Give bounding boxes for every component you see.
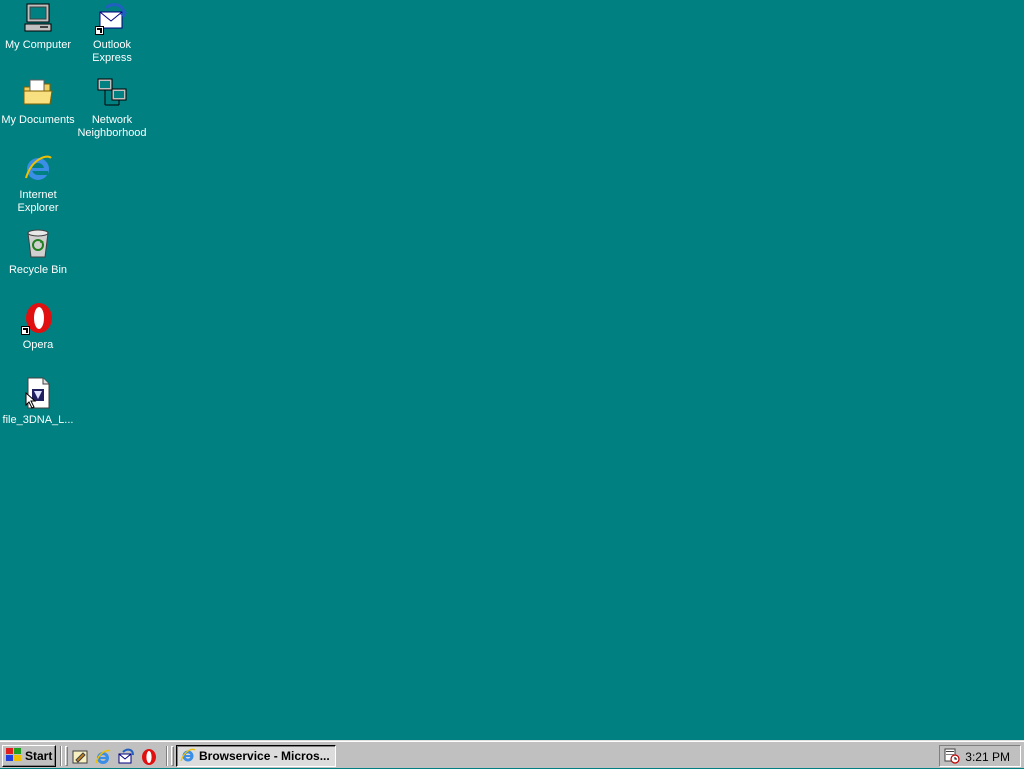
recycle-bin-icon xyxy=(22,227,54,259)
quick-launch-show-desktop[interactable] xyxy=(71,748,89,766)
internet-explorer-icon xyxy=(180,747,196,766)
task-button-label: Browservice - Micros... xyxy=(199,749,330,763)
internet-explorer-icon xyxy=(94,749,112,769)
outlook-express-icon xyxy=(117,748,135,769)
desktop-icon-label: My Documents xyxy=(1,114,75,126)
desktop-icon-internet-explorer[interactable]: Internet Explorer xyxy=(0,152,76,215)
desktop-icon-my-documents[interactable]: My Documents xyxy=(0,77,76,127)
desktop-icon-label: My Computer xyxy=(4,39,72,51)
start-button[interactable]: Start xyxy=(2,745,56,767)
task-button-browservice[interactable]: Browservice - Micros... xyxy=(176,745,336,767)
desktop-icon-network-neighborhood[interactable]: Network Neighborhood xyxy=(74,77,150,140)
task-scheduler-icon[interactable] xyxy=(944,748,960,764)
task-area-grip[interactable] xyxy=(171,746,174,766)
internet-explorer-icon xyxy=(22,152,54,184)
taskbar: Start Browservice - Micros... 3:21 PM xyxy=(0,740,1024,768)
quick-launch-opera[interactable] xyxy=(140,748,158,766)
desktop-icon-label: Outlook Express xyxy=(92,39,132,64)
desktop-icon-label: Network Neighborhood xyxy=(77,114,147,139)
outlook-express-icon xyxy=(95,2,128,35)
desktop-icon-label: Opera xyxy=(22,339,54,351)
desktop-icon-my-computer[interactable]: My Computer xyxy=(0,2,76,52)
desktop-icon-outlook-express[interactable]: Outlook Express xyxy=(74,2,150,65)
quick-launch-outlook-express[interactable] xyxy=(117,748,135,766)
desktop-icon-opera[interactable]: Opera xyxy=(0,302,76,352)
my-computer-icon xyxy=(22,2,54,34)
shortcut-arrow-icon xyxy=(95,26,104,35)
shortcut-arrow-icon xyxy=(21,326,30,335)
windows-logo-icon xyxy=(6,747,22,765)
quick-launch-grip[interactable] xyxy=(65,746,68,766)
desktop-icon-label: file_3DNA_L... xyxy=(2,414,74,426)
desktop-icon-label: Recycle Bin xyxy=(8,264,68,276)
desktop-icon-file-3dna[interactable]: file_3DNA_L... xyxy=(0,377,76,427)
desktop: My Computer Outlook Express My Documents xyxy=(0,0,1024,740)
system-tray: 3:21 PM xyxy=(939,745,1021,767)
start-label: Start xyxy=(25,749,53,763)
desktop-icon-label: Internet Explorer xyxy=(17,189,59,214)
taskbar-separator xyxy=(166,746,168,766)
clock[interactable]: 3:21 PM xyxy=(965,750,1010,764)
network-neighborhood-icon xyxy=(96,77,128,109)
show-desktop-icon xyxy=(71,750,89,769)
quick-launch-internet-explorer[interactable] xyxy=(94,748,112,766)
taskbar-separator xyxy=(60,746,62,766)
file-document-icon xyxy=(22,377,54,409)
desktop-icon-recycle-bin[interactable]: Recycle Bin xyxy=(0,227,76,277)
opera-icon xyxy=(21,302,54,335)
opera-icon xyxy=(140,749,158,769)
my-documents-icon xyxy=(22,77,54,109)
